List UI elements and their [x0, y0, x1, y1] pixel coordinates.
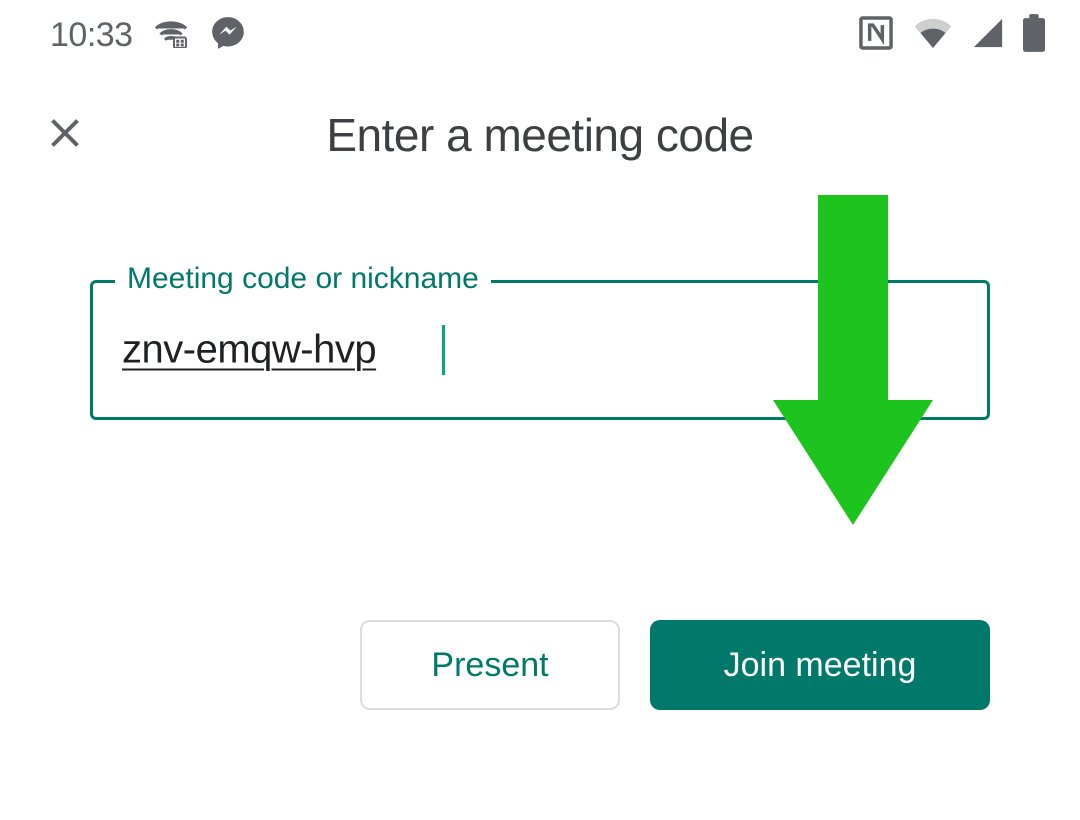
join-meeting-button[interactable]: Join meeting — [650, 620, 990, 710]
messenger-icon — [209, 14, 247, 57]
wifi-calling-icon — [153, 18, 189, 53]
join-meeting-button-label: Join meeting — [724, 646, 917, 685]
wifi-icon — [913, 16, 953, 55]
present-button-label: Present — [431, 646, 548, 685]
button-row: Present Join meeting — [0, 620, 1080, 710]
present-button[interactable]: Present — [360, 620, 620, 710]
meeting-code-field-wrap: Meeting code or nickname znv-emqw-hvp — [90, 280, 990, 420]
status-right — [857, 14, 1045, 57]
status-left: 10:33 — [50, 14, 247, 57]
close-icon — [46, 114, 84, 157]
app-bar: Enter a meeting code — [0, 70, 1080, 170]
status-bar: 10:33 — [0, 0, 1080, 70]
nfc-icon — [857, 14, 895, 57]
clock: 10:33 — [50, 16, 133, 55]
battery-icon — [1023, 14, 1045, 57]
text-caret — [442, 325, 445, 375]
close-button[interactable] — [40, 110, 90, 160]
page-title: Enter a meeting code — [326, 108, 753, 162]
input-area: Meeting code or nickname znv-emqw-hvp — [0, 170, 1080, 420]
cellular-icon — [971, 16, 1005, 55]
meeting-code-label: Meeting code or nickname — [115, 262, 491, 296]
meeting-code-text: znv-emqw-hvp — [122, 328, 376, 373]
